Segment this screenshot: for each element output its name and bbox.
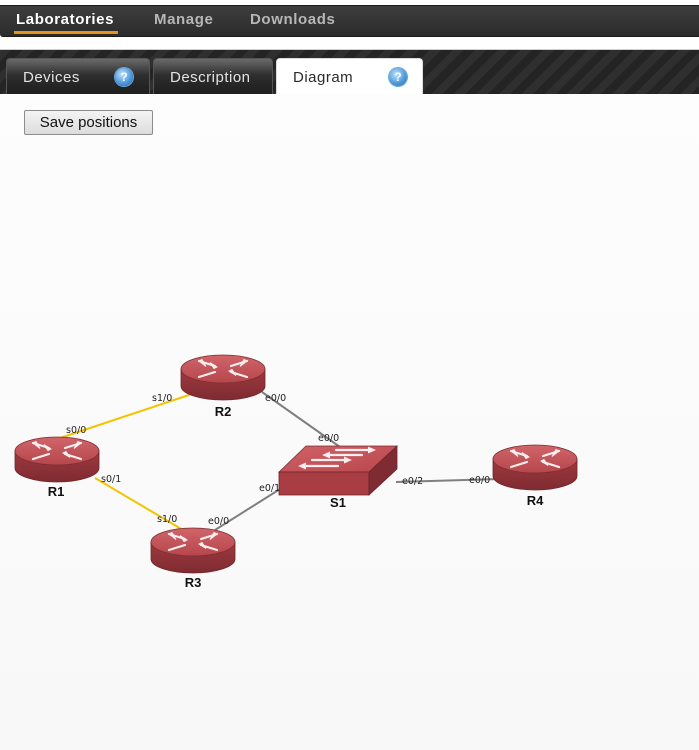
router-r3[interactable]: [149, 526, 237, 575]
router-r4[interactable]: [491, 443, 579, 492]
router-r1[interactable]: [13, 435, 101, 484]
switch-s1[interactable]: [278, 445, 399, 496]
port-label: e0/0: [208, 516, 229, 527]
device-label: R2: [215, 404, 232, 419]
port-label: e0/0: [265, 393, 286, 404]
device-label: R4: [527, 493, 544, 508]
port-label: s0/1: [101, 474, 121, 485]
port-label: e0/1: [259, 483, 280, 494]
port-label: e0/2: [402, 476, 423, 487]
port-label: e0/0: [318, 433, 339, 444]
port-label: e0/0: [469, 475, 490, 486]
device-label: S1: [330, 495, 346, 510]
port-label: s1/0: [157, 514, 177, 525]
port-label: s1/0: [152, 393, 172, 404]
router-r2[interactable]: [179, 353, 267, 402]
device-label: R3: [185, 575, 202, 590]
device-label: R1: [48, 484, 65, 499]
topology-diagram: R2 R1 R3 R4 S1 s0/0 s1/0 s0/1 s1/0 e0/0 …: [13, 353, 579, 590]
port-label: s0/0: [66, 425, 86, 436]
